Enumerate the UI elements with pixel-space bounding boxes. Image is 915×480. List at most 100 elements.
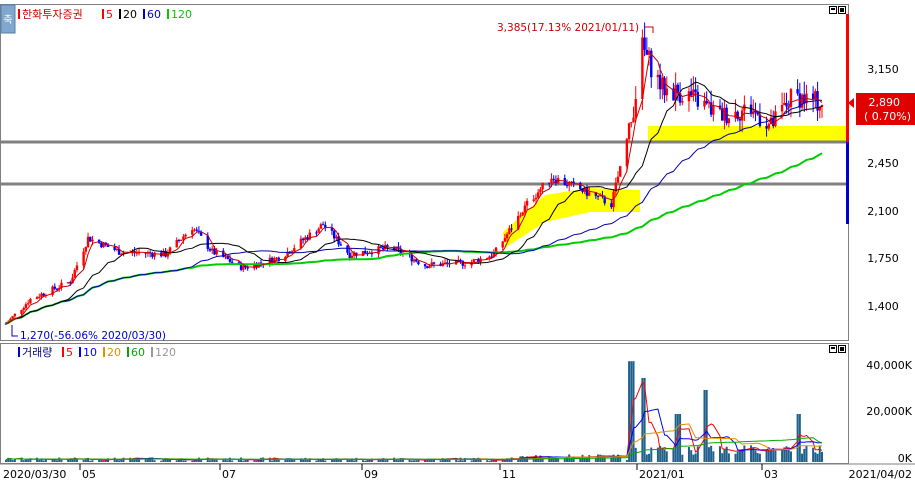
candle-body — [463, 265, 467, 267]
candle-body — [415, 259, 418, 262]
volume-bar — [393, 457, 396, 462]
candle-body — [82, 251, 85, 266]
candle-body — [796, 89, 799, 94]
candle-body — [339, 244, 343, 246]
volume-bar — [814, 452, 817, 462]
x-tick-label: 05 — [82, 468, 96, 480]
volume-bar — [91, 460, 94, 462]
candle-body — [521, 212, 524, 216]
x-tick-label: 07 — [222, 468, 236, 480]
x-tick-label: 09 — [364, 468, 378, 480]
candle-body — [472, 259, 476, 262]
volume-bar — [816, 453, 819, 462]
x-end-label: 2021/04/02 — [849, 468, 912, 480]
candle-body — [66, 282, 70, 284]
volume-bar — [470, 460, 473, 462]
candle-body — [381, 247, 385, 249]
volume-bar — [632, 361, 635, 462]
volume-title: 거래량 — [22, 346, 52, 359]
volume-bar — [133, 459, 136, 462]
legend-swatch — [62, 347, 64, 357]
candle-body — [412, 259, 416, 262]
legend-label: 20 — [123, 8, 137, 21]
candle-body — [694, 89, 697, 92]
candle-body — [224, 256, 227, 258]
candle-body — [75, 265, 79, 271]
price-panel — [0, 4, 849, 341]
candle-body — [632, 117, 635, 123]
volume-bar — [439, 460, 442, 462]
volume-bar — [255, 460, 258, 462]
candle-body — [89, 236, 92, 242]
volume-bar — [736, 451, 739, 462]
volume-bar — [723, 449, 726, 462]
volume-bar — [503, 460, 506, 462]
high-annotation: 3,385(17.13% 2021/01/11) — [497, 22, 654, 34]
volume-bar — [672, 449, 675, 462]
volume-bar — [703, 390, 706, 462]
candle-body — [91, 239, 94, 242]
candle-body — [532, 199, 535, 201]
candle-body — [643, 37, 646, 50]
y-tick-label: 1,400 — [867, 300, 899, 313]
volume-bar — [71, 459, 74, 462]
candle-body — [625, 139, 629, 167]
y-tick-label: 3,150 — [867, 63, 899, 76]
volume-bar — [645, 454, 648, 462]
volume-bar — [457, 460, 460, 462]
volume-bar — [379, 459, 382, 462]
volume-bar — [231, 460, 234, 462]
volume-bar — [395, 459, 398, 462]
candle-body — [681, 101, 684, 103]
legend-swatch — [102, 9, 104, 19]
volume-bar — [200, 460, 203, 462]
legend-label: 20 — [107, 346, 121, 359]
high-annotation-label: 3,385(17.13% 2021/01/11) — [497, 22, 639, 34]
candle-body — [179, 239, 183, 241]
volume-bar — [384, 460, 387, 462]
volume-bar — [22, 460, 25, 462]
volume-bar — [803, 448, 806, 462]
volume-bar — [118, 460, 121, 462]
candle-body — [191, 230, 194, 235]
candle-body — [523, 205, 527, 213]
volume-bar — [89, 460, 92, 462]
volume-bar — [625, 460, 628, 462]
candle-body — [175, 239, 178, 248]
zoom-icon[interactable]: 축 — [0, 4, 16, 34]
candle-body — [565, 184, 569, 186]
volume-bar — [415, 460, 418, 462]
volume-bar — [752, 448, 755, 462]
y-tick-label: 20,000K — [866, 405, 912, 418]
candle-body — [242, 265, 245, 270]
volume-bar — [413, 460, 415, 462]
volume-bar — [812, 447, 815, 462]
candle-body — [55, 288, 59, 290]
volume-bar — [75, 459, 78, 462]
candle-body — [596, 195, 600, 197]
volume-bar — [781, 450, 784, 462]
candle-body — [656, 74, 660, 78]
stock-chart[interactable]: 축 한화투자증권 5 20 60 120 거래량 5 10 20 60 120 3,385 — [0, 0, 915, 480]
legend-label: 60 — [147, 8, 161, 21]
volume-bar — [805, 445, 808, 462]
current-price-badge: 2,890 ( 0.70%) — [848, 93, 915, 125]
candle-body — [725, 107, 728, 124]
candle-body — [13, 313, 17, 317]
candle-body — [630, 122, 633, 124]
volume-bar — [38, 460, 41, 462]
volume-bar — [690, 450, 693, 462]
volume-bar — [242, 460, 245, 462]
volume-bar — [302, 459, 305, 462]
candle-body — [426, 266, 429, 269]
volume-bar — [386, 459, 389, 462]
volume-bar — [734, 453, 737, 462]
candle-body — [73, 270, 76, 278]
candle-body — [510, 228, 513, 230]
x-tick-label: 03 — [764, 468, 778, 480]
candle-body — [534, 197, 538, 200]
candle-body — [11, 316, 14, 319]
candle-body — [661, 78, 664, 90]
volume-bar — [226, 460, 229, 462]
volume-bar — [5, 459, 7, 462]
